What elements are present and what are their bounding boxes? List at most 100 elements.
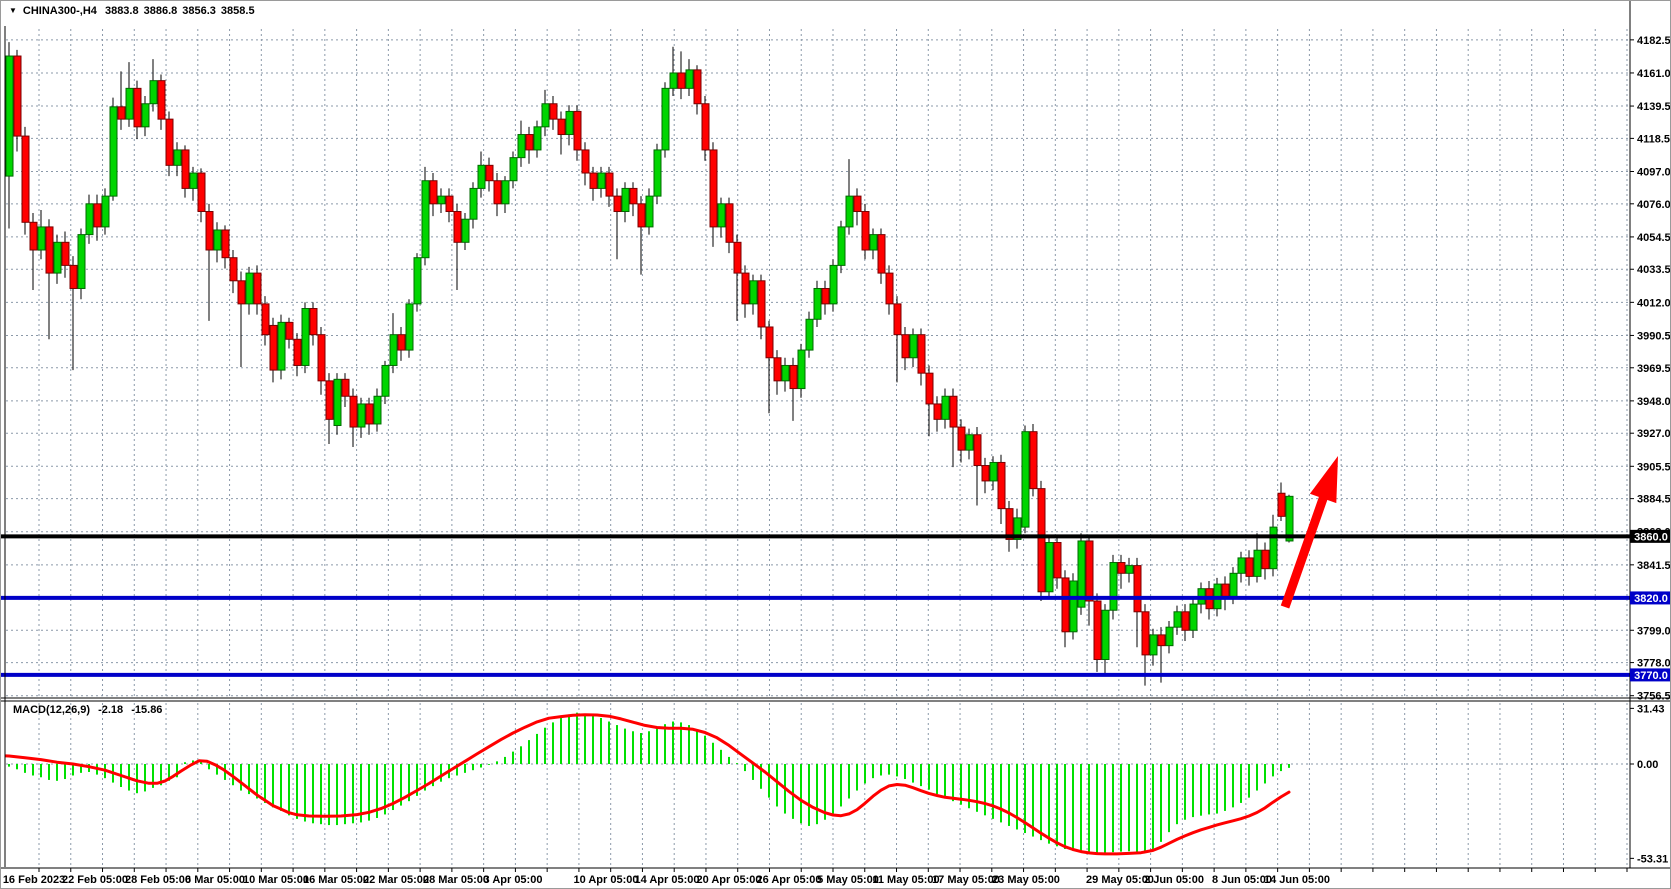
- candle-body: [1134, 566, 1141, 612]
- candle-body: [1038, 489, 1045, 592]
- candle-body: [998, 462, 1005, 508]
- candle-body: [86, 204, 93, 235]
- candle-body: [838, 227, 845, 265]
- candle-body: [710, 150, 717, 227]
- candle-body: [758, 281, 765, 327]
- ohlc-close: 3858.5: [221, 5, 255, 17]
- time-axis-label: 3 Apr 05:00: [484, 874, 543, 886]
- candle-body: [14, 56, 21, 136]
- candle-body: [1150, 635, 1157, 655]
- candle-body: [982, 466, 989, 481]
- time-axis-label: 6 Mar 05:00: [185, 874, 245, 886]
- candle-body: [62, 242, 69, 265]
- candle-body: [190, 173, 197, 188]
- candle-body: [54, 242, 61, 273]
- candle-body: [1158, 635, 1165, 646]
- candle-body: [1222, 584, 1229, 596]
- candle-body: [366, 404, 373, 424]
- candle-body: [94, 204, 101, 227]
- candle-body: [1030, 432, 1037, 489]
- price-tick-label: 4012.0: [1637, 297, 1671, 309]
- time-axis-label: 16 Feb 2023: [3, 874, 65, 886]
- candle-body: [510, 158, 517, 181]
- symbol-timeframe-label: CHINA300-,H4: [23, 5, 97, 17]
- candle-body: [750, 281, 757, 304]
- candle-body: [286, 322, 293, 339]
- candle-body: [662, 88, 669, 150]
- candle-body: [902, 335, 909, 358]
- candle-body: [990, 462, 997, 480]
- candle-body: [646, 196, 653, 227]
- candle-body: [654, 150, 661, 196]
- candle-body: [406, 304, 413, 350]
- time-axis-label: 2 Jun 05:00: [1144, 874, 1204, 886]
- candle-body: [38, 227, 45, 250]
- candle-body: [22, 136, 29, 222]
- time-axis-label: 16 Mar 05:00: [303, 874, 369, 886]
- macd-name: MACD(12,26,9): [13, 704, 90, 716]
- candle-body: [830, 265, 837, 303]
- candle-body: [1246, 558, 1253, 576]
- candle-body: [430, 181, 437, 204]
- candle-body: [206, 212, 213, 250]
- candle-body: [150, 81, 157, 104]
- candle-body: [254, 273, 261, 304]
- candle-body: [526, 135, 533, 150]
- candle-body: [174, 150, 181, 165]
- candle-body: [974, 435, 981, 466]
- candle-body: [686, 70, 693, 88]
- price-tick-label: 4054.5: [1637, 232, 1671, 244]
- chart-canvas[interactable]: 4182.54161.04139.54118.54097.04076.04054…: [1, 1, 1671, 889]
- candle-body: [198, 173, 205, 211]
- time-axis-label: 22 Mar 05:00: [363, 874, 429, 886]
- candle-body: [1190, 604, 1197, 630]
- time-axis-label: 14 Apr 05:00: [634, 874, 699, 886]
- candle-body: [798, 350, 805, 388]
- candle-body: [1118, 563, 1125, 574]
- candle-body: [334, 379, 341, 425]
- candle-body: [702, 104, 709, 150]
- candle-body: [134, 88, 141, 126]
- candle-body: [742, 273, 749, 304]
- trading-chart-window: 4182.54161.04139.54118.54097.04076.04054…: [0, 0, 1671, 889]
- trend-arrow-head[interactable]: [1310, 456, 1338, 503]
- candle-body: [910, 335, 917, 358]
- candle-body: [1174, 612, 1181, 627]
- candle-body: [470, 188, 477, 219]
- ohlc-low: 3856.3: [182, 5, 216, 17]
- candle-body: [630, 188, 637, 203]
- time-axis-label: 8 Jun 05:00: [1212, 874, 1272, 886]
- candle-body: [622, 188, 629, 211]
- candle-body: [358, 404, 365, 427]
- candle-body: [262, 304, 269, 335]
- candle-body: [238, 281, 245, 304]
- time-axis-label: 11 May 05:00: [872, 874, 939, 886]
- candle-body: [1286, 496, 1293, 541]
- candle-body: [78, 235, 85, 289]
- macd-tick-label: 31.43: [1637, 703, 1665, 715]
- candle-body: [782, 365, 789, 380]
- candle-body: [670, 73, 677, 88]
- chart-title: ▼CHINA300-,H4 3883.83886.83856.33858.5: [9, 5, 260, 17]
- price-badge-label: 3770.0: [1634, 670, 1668, 682]
- triangle-down-icon[interactable]: ▼: [9, 6, 17, 15]
- candle-body: [870, 235, 877, 250]
- candle-body: [1166, 627, 1173, 645]
- candle-body: [1062, 578, 1069, 632]
- price-tick-label: 4139.5: [1637, 101, 1671, 113]
- candle-body: [1070, 581, 1077, 632]
- candle-body: [110, 107, 117, 196]
- candle-body: [446, 196, 453, 211]
- candle-body: [278, 322, 285, 370]
- candle-body: [926, 373, 933, 404]
- time-axis-label: 10 Apr 05:00: [573, 874, 638, 886]
- candle-body: [934, 404, 941, 419]
- candle-body: [614, 196, 621, 211]
- candle-body: [1110, 563, 1117, 611]
- candle-body: [854, 196, 861, 211]
- candle-body: [766, 327, 773, 358]
- candle-body: [502, 181, 509, 204]
- price-tick-label: 3948.0: [1637, 396, 1671, 408]
- candle-body: [590, 173, 597, 188]
- candle-body: [1254, 550, 1261, 576]
